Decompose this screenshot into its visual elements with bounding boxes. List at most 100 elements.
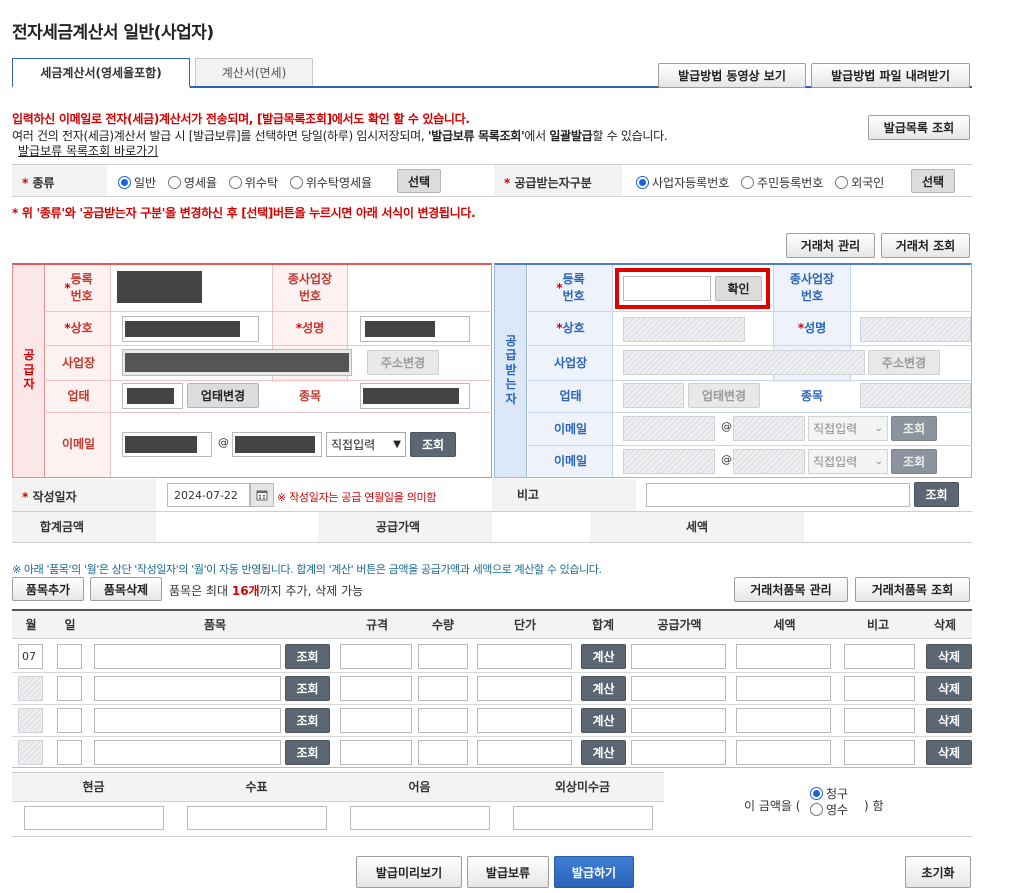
item-delete-button[interactable]: 품목삭제 (90, 577, 162, 601)
supplier-company-input[interactable] (122, 316, 259, 342)
kind-option-zero-rate[interactable]: 영세율 (167, 176, 217, 190)
kind-radio-consign-zero[interactable] (289, 176, 303, 189)
item-memo-input[interactable] (844, 644, 915, 669)
item-calc-button[interactable]: 계산 (581, 708, 626, 733)
kind-option-general[interactable]: 일반 (118, 176, 156, 190)
item-price-input[interactable] (477, 644, 572, 669)
item-day-input[interactable] (57, 644, 82, 669)
item-delete-row-button[interactable]: 삭제 (926, 644, 972, 669)
receiver-email1-domain-select[interactable]: 직접입력 ⌄ (808, 416, 888, 441)
receiver-email1-search-button[interactable]: 조회 (891, 416, 937, 441)
receiver-option-business[interactable]: 사업자등록번호 (636, 176, 729, 190)
payment-note-input[interactable] (350, 806, 490, 830)
item-search-button[interactable]: 조회 (285, 740, 330, 765)
item-tax-input[interactable] (736, 708, 831, 733)
item-price-input[interactable] (477, 740, 572, 765)
receiver-option-foreigner[interactable]: 외국인 (835, 176, 884, 190)
item-qty-input[interactable] (418, 644, 468, 669)
item-month-input[interactable] (18, 708, 43, 733)
payment-credit-input[interactable] (513, 806, 653, 830)
item-spec-input[interactable] (340, 676, 412, 701)
tab-invoice-exempt[interactable]: 계산서(면세) (195, 58, 313, 86)
item-month-input[interactable]: 07 (18, 644, 43, 669)
item-supply-input[interactable] (631, 708, 726, 733)
item-search-button[interactable]: 조회 (285, 644, 330, 669)
item-qty-input[interactable] (418, 676, 468, 701)
item-day-input[interactable] (57, 740, 82, 765)
receiver-radio-foreigner[interactable] (835, 176, 849, 189)
item-add-button[interactable]: 품목추가 (12, 577, 84, 601)
hold-list-link[interactable]: 발급보류 목록조회 바로가기 (18, 142, 158, 159)
receiver-biz-type-input[interactable] (623, 383, 684, 408)
item-calc-button[interactable]: 계산 (581, 740, 626, 765)
partner-manage-button[interactable]: 거래처 관리 (786, 233, 875, 258)
supplier-biz-type-input[interactable] (122, 383, 183, 409)
item-price-input[interactable] (477, 708, 572, 733)
issue-list-button[interactable]: 발급목록 조회 (868, 115, 970, 140)
item-name-input[interactable] (94, 740, 281, 765)
receiver-reg-no-input[interactable] (623, 276, 711, 301)
receiver-radio-resident[interactable] (741, 176, 755, 189)
item-spec-input[interactable] (340, 740, 412, 765)
supplier-email-domain-select[interactable]: 직접입력 ▼ (326, 432, 406, 457)
payment-radio-receipt[interactable] (810, 803, 823, 816)
receiver-email1-domain-input[interactable] (733, 416, 805, 441)
supplier-email-domain-input[interactable] (232, 432, 322, 457)
item-delete-row-button[interactable]: 삭제 (926, 708, 972, 733)
receiver-email1-id-input[interactable] (623, 416, 715, 441)
item-spec-input[interactable] (340, 644, 412, 669)
supplier-email-id-input[interactable] (122, 432, 212, 457)
item-qty-input[interactable] (418, 740, 468, 765)
kind-option-consign[interactable]: 위수탁 (228, 176, 278, 190)
issue-submit-button[interactable]: 발급하기 (554, 856, 634, 888)
item-delete-row-button[interactable]: 삭제 (926, 740, 972, 765)
item-name-input[interactable] (94, 644, 281, 669)
receiver-email2-domain-select[interactable]: 직접입력 ⌄ (808, 449, 888, 474)
memo-input[interactable] (646, 483, 910, 507)
kind-radio-general[interactable] (118, 176, 131, 189)
kind-select-button[interactable]: 선택 (397, 169, 441, 193)
receiver-address-input[interactable] (623, 350, 865, 375)
payment-option-claim[interactable]: 청구 (810, 786, 848, 802)
memo-search-button[interactable]: 조회 (914, 482, 959, 507)
item-spec-input[interactable] (340, 708, 412, 733)
item-memo-input[interactable] (844, 740, 915, 765)
item-calc-button[interactable]: 계산 (581, 644, 626, 669)
kind-radio-zero-rate[interactable] (167, 176, 181, 189)
payment-option-receipt[interactable]: 영수 (810, 802, 848, 818)
receiver-option-resident[interactable]: 주민등록번호 (741, 176, 823, 190)
supplier-address-input[interactable] (122, 349, 352, 376)
partner-search-button[interactable]: 거래처 조회 (881, 233, 970, 258)
payment-radio-claim[interactable] (810, 787, 823, 800)
payment-check-input[interactable] (187, 806, 327, 830)
item-tax-input[interactable] (736, 740, 831, 765)
issue-preview-button[interactable]: 발급미리보기 (356, 856, 462, 888)
item-supply-input[interactable] (631, 676, 726, 701)
receiver-confirm-button[interactable]: 확인 (715, 276, 762, 301)
calendar-icon[interactable] (250, 483, 274, 507)
payment-cash-input[interactable] (24, 806, 164, 830)
tab-tax-invoice[interactable]: 세금계산서(영세율포함) (12, 58, 190, 88)
receiver-email2-search-button[interactable]: 조회 (891, 449, 937, 474)
receiver-company-input[interactable] (623, 317, 745, 342)
item-name-input[interactable] (94, 708, 281, 733)
item-name-input[interactable] (94, 676, 281, 701)
write-date-input[interactable]: 2024-07-22 (167, 483, 250, 507)
item-memo-input[interactable] (844, 676, 915, 701)
item-calc-button[interactable]: 계산 (581, 676, 626, 701)
item-search-button[interactable]: 조회 (285, 676, 330, 701)
item-price-input[interactable] (477, 676, 572, 701)
receiver-radio-business[interactable] (636, 176, 649, 189)
receiver-address-change-button[interactable]: 주소변경 (868, 350, 940, 375)
item-month-input[interactable] (18, 676, 43, 701)
receiver-kind-select-button[interactable]: 선택 (911, 169, 955, 193)
download-guide-button[interactable]: 발급방법 파일 내려받기 (811, 63, 970, 88)
item-day-input[interactable] (57, 676, 82, 701)
receiver-email2-domain-input[interactable] (733, 449, 805, 474)
item-tax-input[interactable] (736, 644, 831, 669)
supplier-email-search-button[interactable]: 조회 (410, 432, 456, 457)
item-supply-input[interactable] (631, 740, 726, 765)
kind-option-consign-zero[interactable]: 위수탁영세율 (289, 176, 372, 190)
receiver-name-input[interactable] (860, 317, 971, 342)
item-day-input[interactable] (57, 708, 82, 733)
